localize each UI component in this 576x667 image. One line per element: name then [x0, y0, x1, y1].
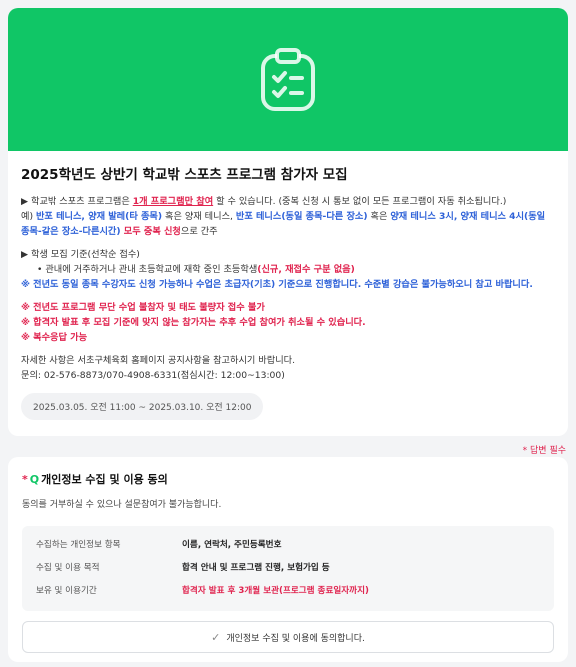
notice-warning-3: ※ 복수응답 가능 — [21, 332, 88, 343]
survey-period-badge: 2025.03.05. 오전 11:00 ~ 2025.03.10. 오전 12… — [21, 393, 264, 420]
row-key: 보유 및 이용기간 — [36, 586, 97, 596]
row-value: 합격자 발표 후 3개월 보관(프로그램 종료일자까지) — [182, 586, 369, 596]
question-description: 동의를 거부하실 수 있으나 설문참여가 불가능합니다. — [22, 500, 222, 510]
question-title-text: 개인정보 수집 및 이용 동의 — [41, 473, 168, 486]
hero-banner — [8, 8, 568, 151]
clipboard-checklist-icon — [261, 47, 315, 111]
question-marker: Q — [29, 472, 40, 486]
recruit-criteria-item: • 관내에 거주하거나 관내 초등학교에 재학 중인 초등학생(신규, 재접수 … — [37, 264, 355, 275]
question-title: * Q 개인정보 수집 및 이용 동의 — [22, 471, 554, 487]
notice-warning-2: ※ 합격자 발표 후 모집 기준에 맞지 않는 참가자는 추후 수업 참여가 취… — [21, 317, 366, 328]
row-key: 수집하는 개인정보 항목 — [36, 540, 121, 550]
row-value: 이름, 연락처, 주민등록번호 — [182, 540, 282, 550]
row-value: 합격 안내 및 프로그램 진행, 보험가입 등 — [182, 563, 330, 573]
page-title: 2025학년도 상반기 학교밖 스포츠 프로그램 참가자 모집 — [21, 167, 348, 183]
row-key: 수집 및 이용 목적 — [36, 563, 100, 573]
notice-details: 자세한 사항은 서초구체육회 홈페이지 공지사항을 참고하시기 바랍니다. — [21, 355, 296, 366]
table-row: 보유 및 이용기간 합격자 발표 후 3개월 보관(프로그램 종료일자까지) — [36, 580, 540, 603]
notice-card: 2025학년도 상반기 학교밖 스포츠 프로그램 참가자 모집 ▶ 학교밖 스포… — [8, 8, 568, 436]
table-row: 수집하는 개인정보 항목 이름, 연락처, 주민등록번호 — [36, 534, 540, 557]
notice-line-3: 종목-같은 장소-다른시간) 모두 중복 신청으로 간주 — [21, 226, 218, 237]
recruit-criteria: ▶ 학생 모집 기준(선착순 접수) — [21, 249, 140, 260]
table-row: 수집 및 이용 목적 합격 안내 및 프로그램 진행, 보험가입 등 — [36, 557, 540, 580]
agree-button[interactable]: ✓ 개인정보 수집 및 이용에 동의합니다. — [22, 621, 554, 653]
notice-warning-1: ※ 전년도 프로그램 무단 수업 불참자 및 태도 불량자 접수 불가 — [21, 302, 265, 313]
consent-info-table: 수집하는 개인정보 항목 이름, 연락처, 주민등록번호 수집 및 이용 목적 … — [22, 526, 554, 611]
agree-label: 개인정보 수집 및 이용에 동의합니다. — [226, 633, 365, 644]
notice-line-2: 예) 반포 테니스, 양재 발레(타 종목) 혹은 양재 테니스, 반포 테니스… — [21, 211, 546, 222]
check-icon: ✓ — [211, 630, 221, 644]
notice-level-note: ※ 전년도 동일 종목 수강자도 신청 가능하나 수업은 초급자(기초) 기준으… — [21, 279, 533, 290]
notice-line-1: ▶ 학교밖 스포츠 프로그램은 1개 프로그램만 참여 할 수 있습니다. (중… — [21, 196, 507, 207]
consent-card: * Q 개인정보 수집 및 이용 동의 동의를 거부하실 수 있으나 설문참여가… — [8, 457, 568, 662]
required-note: * 답변 필수 — [522, 446, 566, 456]
notice-contact: 문의: 02-576-8873/070-4908-6331(점심시간: 12:0… — [21, 370, 285, 381]
required-star: * — [22, 472, 28, 486]
